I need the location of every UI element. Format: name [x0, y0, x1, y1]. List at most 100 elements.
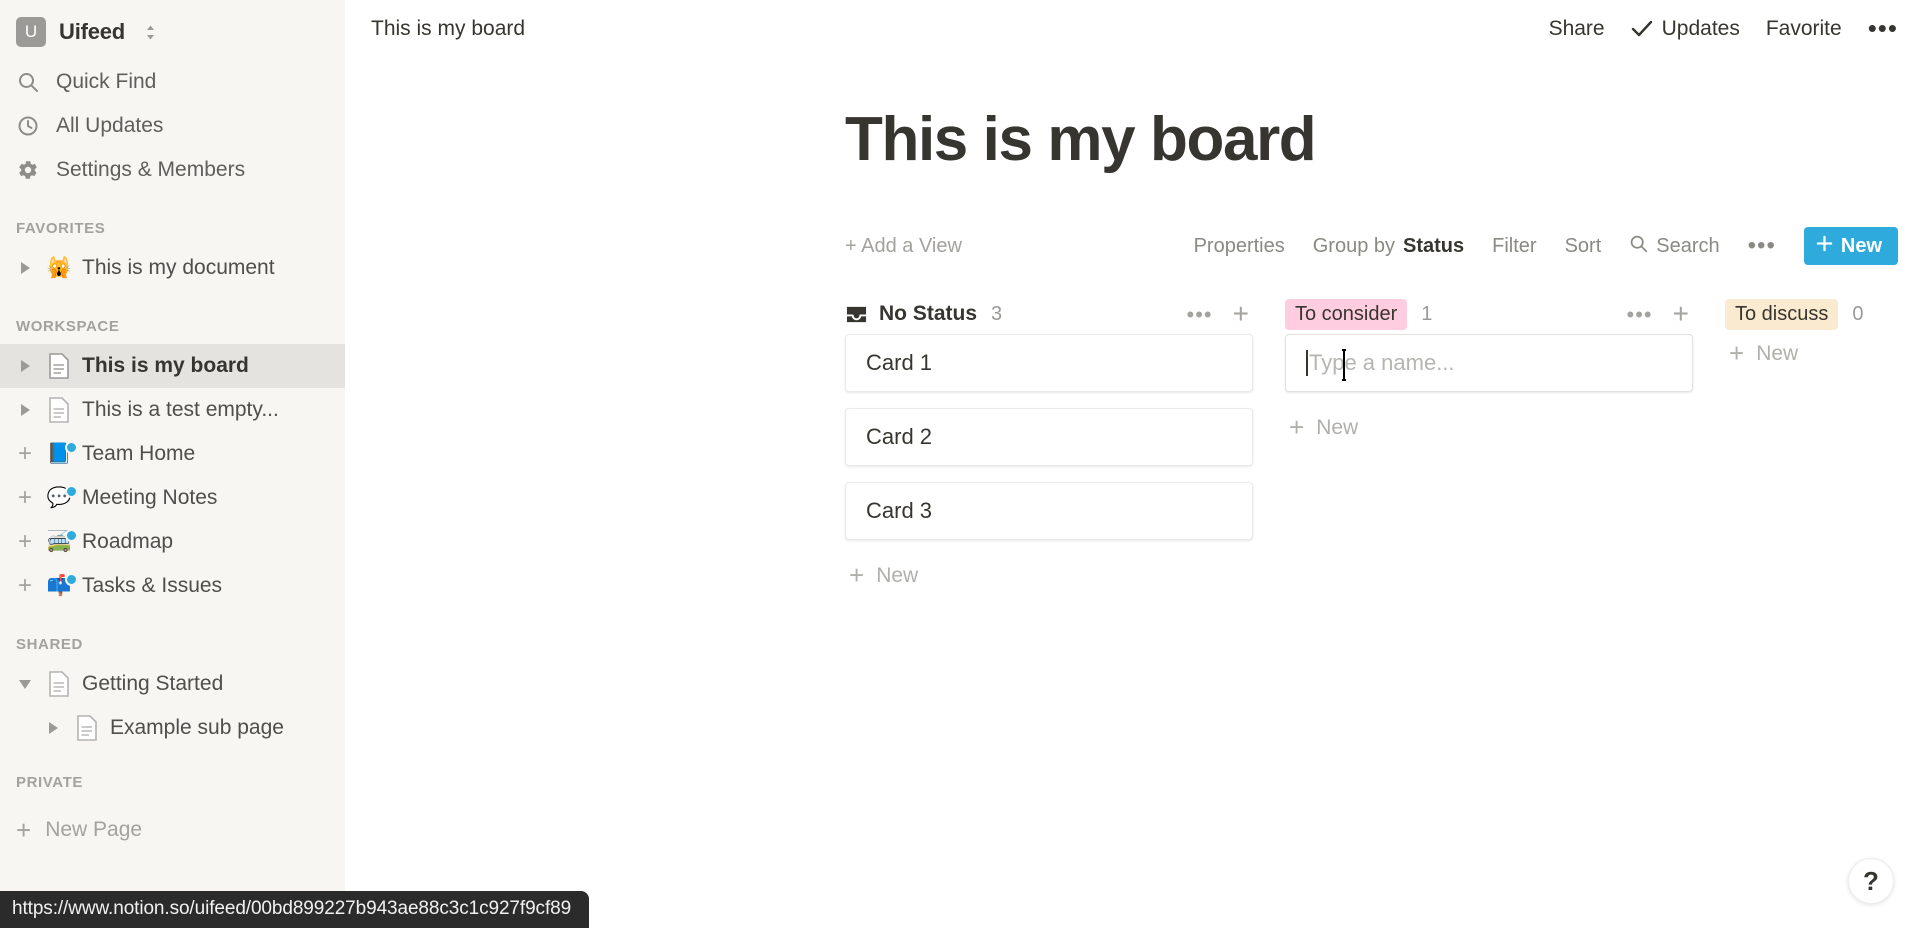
main-area: This is my board Share Updates Favorite …	[345, 0, 1920, 928]
column-title[interactable]: To consider	[1285, 298, 1408, 330]
view-toolbar-actions: Properties Group by Status Filter Sort S…	[1194, 227, 1898, 266]
new-page-button[interactable]: + New Page	[0, 808, 345, 852]
column-new-card-button[interactable]: + New	[845, 556, 1253, 596]
plus-icon[interactable]: +	[14, 574, 36, 598]
sidebar-item-meeting-notes[interactable]: + 💬 Meeting Notes	[0, 476, 345, 520]
help-button[interactable]: ?	[1848, 858, 1894, 904]
plus-icon	[1816, 235, 1833, 258]
favorite-label: Favorite	[1765, 17, 1842, 40]
chevron-right-icon[interactable]	[42, 722, 64, 734]
sidebar-item-label: Roadmap	[82, 530, 174, 553]
column-new-card-button[interactable]: + New	[1285, 408, 1693, 448]
gear-icon	[16, 158, 40, 182]
sort-button[interactable]: Sort	[1565, 235, 1602, 258]
column-more-options-icon[interactable]: •••	[1627, 303, 1653, 325]
column-title[interactable]: To discuss	[1725, 298, 1839, 330]
unread-badge	[65, 573, 78, 586]
new-record-label: New	[1840, 234, 1882, 257]
plus-icon[interactable]: +	[14, 442, 36, 466]
column-add-card-icon[interactable]: +	[1673, 299, 1689, 327]
page-title[interactable]: This is my board	[345, 58, 1920, 174]
workspace-switcher[interactable]: U Uifeed	[0, 4, 345, 60]
new-page-label: New Page	[45, 818, 143, 841]
properties-button[interactable]: Properties	[1194, 235, 1285, 258]
board-column-to-discuss: To discuss 0 ••• + + New	[1725, 294, 1920, 854]
new-card-placeholder: Type a name...	[1309, 350, 1455, 376]
sidebar-item-quick-find[interactable]: Quick Find	[0, 60, 345, 104]
plus-icon: +	[1729, 338, 1745, 369]
column-count: 0	[1852, 302, 1864, 325]
search-button[interactable]: Search	[1629, 234, 1720, 259]
board-card[interactable]: Card 1	[845, 334, 1253, 393]
plus-icon[interactable]: +	[14, 486, 36, 510]
sidebar-item-team-home[interactable]: + 📘 Team Home	[0, 432, 345, 476]
workspace-avatar: U	[16, 17, 46, 47]
sidebar-item-label: Getting Started	[82, 672, 224, 695]
page-icon	[74, 715, 100, 741]
new-label: New	[1316, 416, 1359, 440]
breadcrumb[interactable]: This is my board	[371, 17, 525, 41]
app-root: U Uifeed Quick Find All Updates Settings…	[0, 0, 1920, 928]
card-title: Card 3	[866, 498, 933, 524]
view-more-options-icon[interactable]: •••	[1748, 233, 1776, 258]
add-view-button[interactable]: + Add a View	[845, 235, 962, 258]
status-bar-url: https://www.notion.so/uifeed/00bd899227b…	[0, 891, 590, 928]
new-label: New	[876, 564, 919, 588]
board-card[interactable]: Card 3	[845, 482, 1253, 541]
new-record-button[interactable]: New	[1803, 227, 1898, 266]
new-card-input[interactable]: Type a name...	[1285, 334, 1693, 393]
card-title: Card 2	[866, 424, 933, 450]
text-caret	[1306, 350, 1308, 377]
plus-icon: +	[1289, 412, 1305, 443]
favorite-button[interactable]: Favorite	[1766, 17, 1842, 41]
plus-icon[interactable]: +	[14, 530, 36, 554]
status-chip: To discuss	[1725, 298, 1839, 330]
sidebar-item-tasks-issues[interactable]: + 📫 Tasks & Issues	[0, 564, 345, 608]
search-icon	[16, 70, 40, 94]
top-bar: This is my board Share Updates Favorite …	[345, 0, 1920, 58]
plus-icon: +	[16, 815, 32, 845]
more-options-icon[interactable]: •••	[1868, 16, 1898, 41]
sidebar-item-label: This is my board	[82, 354, 249, 377]
sidebar-item-roadmap[interactable]: + 🚎 Roadmap	[0, 520, 345, 564]
column-actions: ••• +	[1187, 299, 1249, 327]
column-actions: ••• +	[1627, 299, 1689, 327]
column-header: To discuss 0 ••• +	[1725, 294, 1920, 334]
column-add-card-icon[interactable]: +	[1233, 299, 1249, 327]
group-by-button[interactable]: Group by Status	[1313, 235, 1464, 258]
sidebar-item-settings-members[interactable]: Settings & Members	[0, 148, 345, 192]
sidebar-item-getting-started[interactable]: Getting Started	[0, 662, 345, 706]
updates-button[interactable]: Updates	[1631, 17, 1740, 41]
sidebar-item-label: This is a test empty...	[82, 398, 279, 421]
chevron-right-icon[interactable]	[14, 262, 36, 274]
section-header-favorites: FAVORITES	[16, 219, 106, 237]
sidebar-item-label: Meeting Notes	[82, 486, 218, 509]
board-card[interactable]: Card 2	[845, 408, 1253, 467]
workspace-name: Uifeed	[59, 19, 126, 44]
section-header-shared: SHARED	[16, 635, 83, 653]
column-new-card-button[interactable]: + New	[1725, 334, 1920, 374]
sidebar-item-this-is-a-test-empty[interactable]: This is a test empty...	[0, 388, 345, 432]
board-column-no-status: No Status 3 ••• + Card 1 Card 2 Card 3 +…	[845, 294, 1285, 854]
cat-emoji-icon: 🙀	[46, 257, 72, 279]
card-title: Card 1	[866, 350, 933, 376]
speech-balloon-emoji-icon: 💬	[46, 485, 78, 508]
chevron-right-icon[interactable]	[14, 360, 36, 372]
sidebar-item-this-is-my-document[interactable]: 🙀 This is my document	[0, 246, 345, 290]
sort-label: Sort	[1564, 234, 1602, 257]
sidebar-item-label: Settings & Members	[56, 158, 246, 181]
properties-label: Properties	[1193, 234, 1285, 257]
sidebar-item-this-is-my-board[interactable]: This is my board	[0, 344, 345, 388]
chevron-down-icon[interactable]	[14, 679, 36, 689]
filter-button[interactable]: Filter	[1492, 235, 1536, 258]
column-more-options-icon[interactable]: •••	[1187, 303, 1213, 325]
sidebar-item-all-updates[interactable]: All Updates	[0, 104, 345, 148]
plus-icon: +	[849, 560, 865, 591]
board: No Status 3 ••• + Card 1 Card 2 Card 3 +…	[345, 294, 1920, 854]
sidebar-item-example-sub-page[interactable]: Example sub page	[0, 706, 345, 750]
updates-label: Updates	[1661, 17, 1740, 40]
column-title[interactable]: No Status	[845, 302, 977, 326]
chevron-right-icon[interactable]	[14, 404, 36, 416]
search-icon	[1629, 234, 1648, 259]
share-button[interactable]: Share	[1549, 17, 1605, 41]
